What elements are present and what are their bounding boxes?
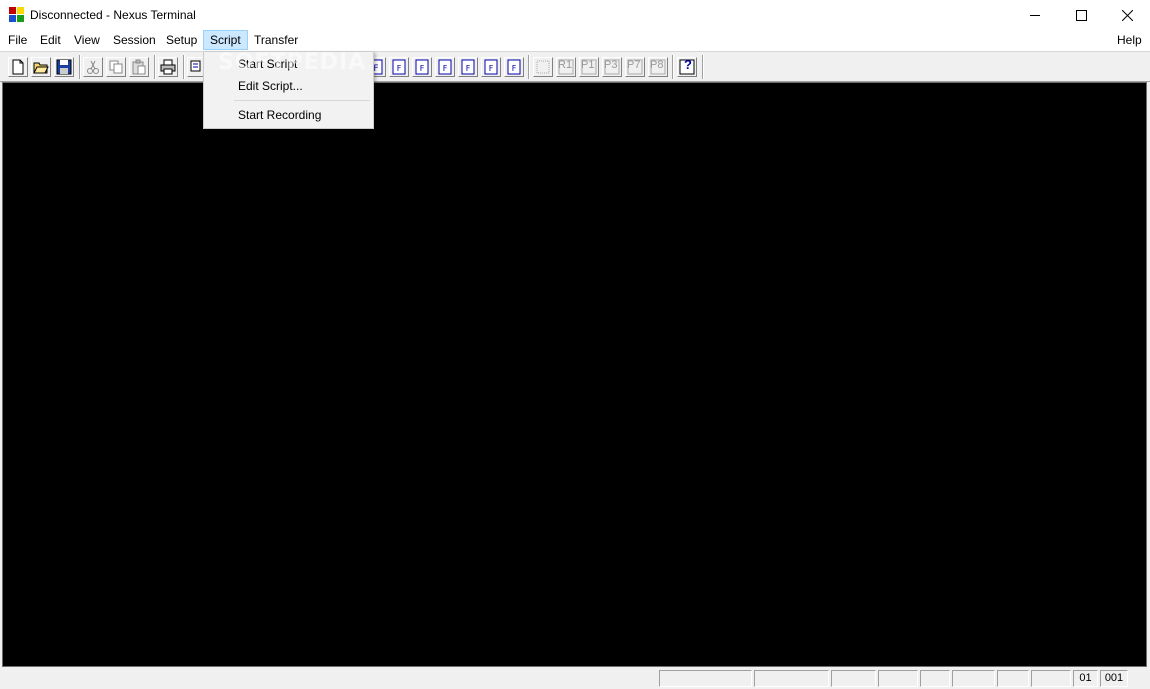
toolbar-separator <box>528 55 530 79</box>
status-pane <box>1031 670 1071 687</box>
svg-text:F: F <box>420 64 425 73</box>
function-key-button[interactable]: F <box>504 57 524 77</box>
window-title: Disconnected - Nexus Terminal <box>30 8 196 22</box>
function-key-icon: F <box>507 59 521 75</box>
status-pane <box>920 670 950 687</box>
svg-text:F: F <box>489 64 494 73</box>
minimize-button[interactable] <box>1012 0 1058 30</box>
menu-file[interactable]: File <box>2 30 33 50</box>
status-pane <box>659 670 752 687</box>
menu-edit[interactable]: Edit <box>34 30 67 50</box>
open-folder-icon <box>33 62 49 74</box>
menu-script[interactable]: Script <box>203 30 248 50</box>
toolbar-separator <box>183 55 185 79</box>
function-key-button[interactable]: F <box>389 57 409 77</box>
function-key-button[interactable]: F <box>481 57 501 77</box>
menu-setup[interactable]: Setup <box>160 30 203 50</box>
menu-separator <box>234 100 370 101</box>
function-key-icon: F <box>438 59 452 75</box>
status-pane <box>952 670 995 687</box>
print-button[interactable] <box>158 57 178 77</box>
menu-session[interactable]: Session <box>107 30 162 50</box>
paste-button[interactable] <box>129 57 149 77</box>
function-key-icon: F <box>415 59 429 75</box>
menu-help[interactable]: Help <box>1111 30 1148 50</box>
menu-item-start-recording[interactable]: Start Recording <box>205 104 372 126</box>
toolbar-separator <box>79 55 81 79</box>
macro-p3-label: P3 <box>604 59 618 71</box>
copy-icon <box>109 60 123 74</box>
function-key-button[interactable]: F <box>458 57 478 77</box>
function-key-icon: F <box>484 59 498 75</box>
status-line: 01 <box>1073 670 1098 687</box>
svg-text:F: F <box>397 64 402 73</box>
close-button[interactable] <box>1104 0 1150 30</box>
close-icon <box>1121 9 1133 21</box>
save-button[interactable] <box>54 57 74 77</box>
status-pane <box>754 670 829 687</box>
help-glyph: ? <box>684 57 692 72</box>
new-file-icon <box>12 59 24 75</box>
macro-p1-label: P1 <box>581 59 595 71</box>
maximize-icon <box>1075 9 1087 21</box>
macro-r1-label: R1 <box>558 59 573 71</box>
svg-text:F: F <box>373 64 378 74</box>
grid-button[interactable] <box>533 57 553 77</box>
function-key-icon: F <box>392 59 406 75</box>
save-disk-icon <box>56 59 72 75</box>
script-menu-dropdown: Start Script Edit Script... Start Record… <box>203 51 374 129</box>
paste-clipboard-icon <box>132 59 146 75</box>
maximize-button[interactable] <box>1058 0 1104 30</box>
scissors-icon <box>87 60 99 74</box>
copy-button[interactable] <box>106 57 126 77</box>
menu-bar: File Edit View Session Setup Script Tran… <box>0 30 1150 51</box>
status-column: 001 <box>1100 670 1128 687</box>
status-pane <box>878 670 918 687</box>
minimize-icon <box>1030 14 1040 16</box>
nexus-terminal-app-icon[interactable] <box>9 7 25 23</box>
status-pane <box>997 670 1029 687</box>
title-bar: Disconnected - Nexus Terminal <box>0 0 1150 30</box>
macro-p8-label: P8 <box>650 59 664 71</box>
function-key-button[interactable]: F <box>412 57 432 77</box>
toolbar-separator <box>702 55 704 79</box>
toolbar-separator <box>672 55 674 79</box>
status-pane <box>831 670 876 687</box>
menu-item-edit-script[interactable]: Edit Script... <box>205 75 372 97</box>
dotted-grid-icon <box>536 60 550 74</box>
menu-transfer[interactable]: Transfer <box>248 30 304 50</box>
cut-button[interactable] <box>83 57 103 77</box>
new-button[interactable] <box>8 57 28 77</box>
macro-p7-label: P7 <box>627 59 641 71</box>
svg-text:F: F <box>512 64 517 73</box>
svg-text:F: F <box>443 64 448 73</box>
function-key-button[interactable]: F <box>435 57 455 77</box>
menu-view[interactable]: View <box>68 30 106 50</box>
function-key-icon: F <box>461 59 475 75</box>
printer-icon <box>160 59 176 75</box>
toolbar: F F F F F F F <box>0 51 1150 82</box>
terminal-screen[interactable] <box>2 82 1147 667</box>
svg-text:F: F <box>466 64 471 73</box>
open-button[interactable] <box>31 57 51 77</box>
toolbar-separator <box>154 55 156 79</box>
menu-item-start-script[interactable]: Start Script <box>205 53 372 75</box>
status-bar: 01 001 <box>0 668 1150 689</box>
